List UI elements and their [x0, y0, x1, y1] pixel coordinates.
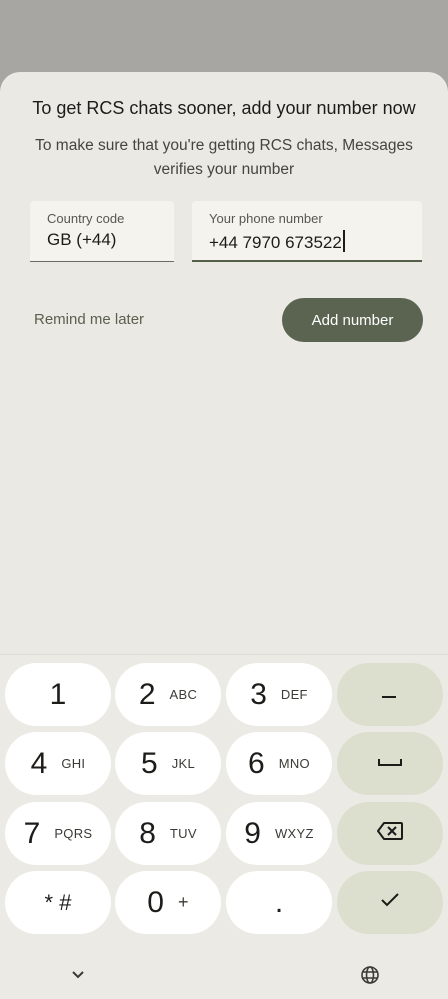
- key-8[interactable]: 8 TUV: [115, 802, 221, 865]
- space-key[interactable]: [337, 732, 443, 795]
- period-label: .: [274, 885, 284, 919]
- key-6-letters: MNO: [278, 756, 310, 771]
- key-5-letters: JKL: [171, 756, 195, 771]
- backspace-icon: [376, 821, 404, 846]
- key-4-letters: GHI: [61, 756, 86, 771]
- key-2-letters: ABC: [169, 687, 198, 702]
- key-7-label: 7: [23, 816, 41, 850]
- key-6[interactable]: 6 MNO: [226, 732, 332, 795]
- globe-icon[interactable]: [354, 959, 386, 991]
- key-9-label: 9: [244, 816, 261, 850]
- key-3-letters: DEF: [280, 687, 308, 702]
- chevron-down-icon[interactable]: [62, 959, 94, 991]
- add-number-button[interactable]: Add number: [282, 298, 423, 342]
- phone-number-label: Your phone number: [209, 211, 323, 226]
- background-scrim[interactable]: [0, 0, 448, 72]
- minus-icon: [382, 686, 398, 704]
- text-cursor: [342, 230, 345, 252]
- phone-number-value-wrap: +44 7970 673522: [209, 230, 345, 253]
- key-9[interactable]: 9 WXYZ: [226, 802, 332, 865]
- done-key[interactable]: [337, 871, 443, 934]
- country-code-field[interactable]: Country code GB (+44): [30, 201, 174, 262]
- key-1-label: 1: [49, 677, 67, 711]
- key-2-label: 2: [138, 677, 156, 711]
- key-9-letters: WXYZ: [274, 826, 314, 841]
- dialog-subtitle: To make sure that you're getting RCS cha…: [35, 137, 413, 178]
- numeric-keyboard: 1 2 ABC 3 DEF 4 GHI 5 JKL 6 MNO 7 PQRS 8…: [0, 654, 448, 999]
- key-0-label: 0: [147, 885, 164, 919]
- key-7[interactable]: 7 PQRS: [5, 802, 111, 865]
- key-0-plus: +: [177, 892, 189, 912]
- key-7-letters: PQRS: [54, 826, 93, 841]
- space-icon: [377, 755, 403, 773]
- key-5-label: 5: [141, 746, 158, 780]
- key-1[interactable]: 1: [5, 663, 111, 726]
- star-hash-key[interactable]: * #: [5, 871, 111, 934]
- key-8-letters: TUV: [169, 826, 197, 841]
- minus-key[interactable]: [337, 663, 443, 726]
- check-icon: [380, 892, 400, 913]
- key-6-label: 6: [248, 746, 265, 780]
- star-hash-label: * #: [44, 889, 72, 915]
- key-2[interactable]: 2 ABC: [115, 663, 221, 726]
- country-code-label: Country code: [47, 211, 125, 226]
- phone-number-value: +44 7970 673522: [209, 233, 342, 252]
- key-0[interactable]: 0 +: [115, 871, 221, 934]
- backspace-key[interactable]: [337, 802, 443, 865]
- key-3-label: 3: [250, 677, 267, 711]
- key-4-label: 4: [30, 746, 48, 780]
- key-5[interactable]: 5 JKL: [115, 732, 221, 795]
- phone-number-field[interactable]: Your phone number +44 7970 673522: [192, 201, 422, 262]
- remind-me-later-button[interactable]: Remind me later: [34, 311, 144, 328]
- key-8-label: 8: [139, 816, 156, 850]
- key-4[interactable]: 4 GHI: [5, 732, 111, 795]
- period-key[interactable]: .: [226, 871, 332, 934]
- key-3[interactable]: 3 DEF: [226, 663, 332, 726]
- country-code-value: GB (+44): [47, 230, 117, 249]
- dialog-title: To get RCS chats sooner, add your number…: [32, 98, 416, 118]
